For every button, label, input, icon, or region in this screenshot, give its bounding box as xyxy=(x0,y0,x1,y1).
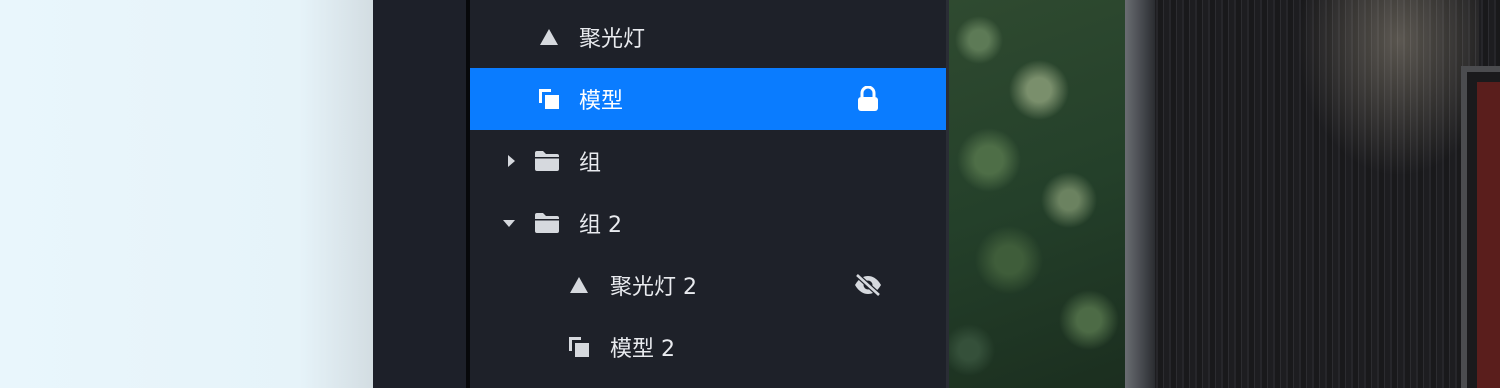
scene-light xyxy=(1279,0,1479,200)
scene-blossoms xyxy=(949,0,1129,388)
caret-right-icon[interactable] xyxy=(504,154,518,168)
layers-panel: 聚光灯 模型 组 组 2 聚光灯 2 模型 2 xyxy=(470,0,946,388)
layer-row-spotlight[interactable]: 聚光灯 xyxy=(470,6,946,68)
layer-label: 模型 xyxy=(579,89,624,114)
layer-row-model-2[interactable]: 模型 2 xyxy=(470,316,946,378)
scene-house-frame xyxy=(1125,0,1155,388)
viewport-scene[interactable] xyxy=(949,0,1500,388)
background-area xyxy=(0,0,373,388)
side-toolbar xyxy=(373,0,466,388)
layer-label: 聚光灯 2 xyxy=(610,275,697,300)
layer-label: 组 xyxy=(579,151,602,176)
caret-down-icon[interactable] xyxy=(502,216,516,230)
folder-icon xyxy=(534,210,560,236)
layer-row-group-2[interactable]: 组 2 xyxy=(470,192,946,254)
layer-row-spotlight-2[interactable]: 聚光灯 2 xyxy=(470,254,946,316)
layer-label: 组 2 xyxy=(579,213,622,238)
layer-label: 聚光灯 xyxy=(579,27,646,52)
layer-row-group[interactable]: 组 xyxy=(470,130,946,192)
eye-off-icon[interactable] xyxy=(853,270,883,300)
layer-row-model[interactable]: 模型 xyxy=(470,68,946,130)
triangle-icon xyxy=(536,24,562,50)
scene-door xyxy=(1477,82,1500,388)
triangle-icon xyxy=(566,272,592,298)
model-icon xyxy=(536,86,562,112)
model-icon xyxy=(566,334,592,360)
folder-icon xyxy=(534,148,560,174)
layer-label: 模型 2 xyxy=(610,337,675,362)
lock-icon[interactable] xyxy=(853,84,883,114)
